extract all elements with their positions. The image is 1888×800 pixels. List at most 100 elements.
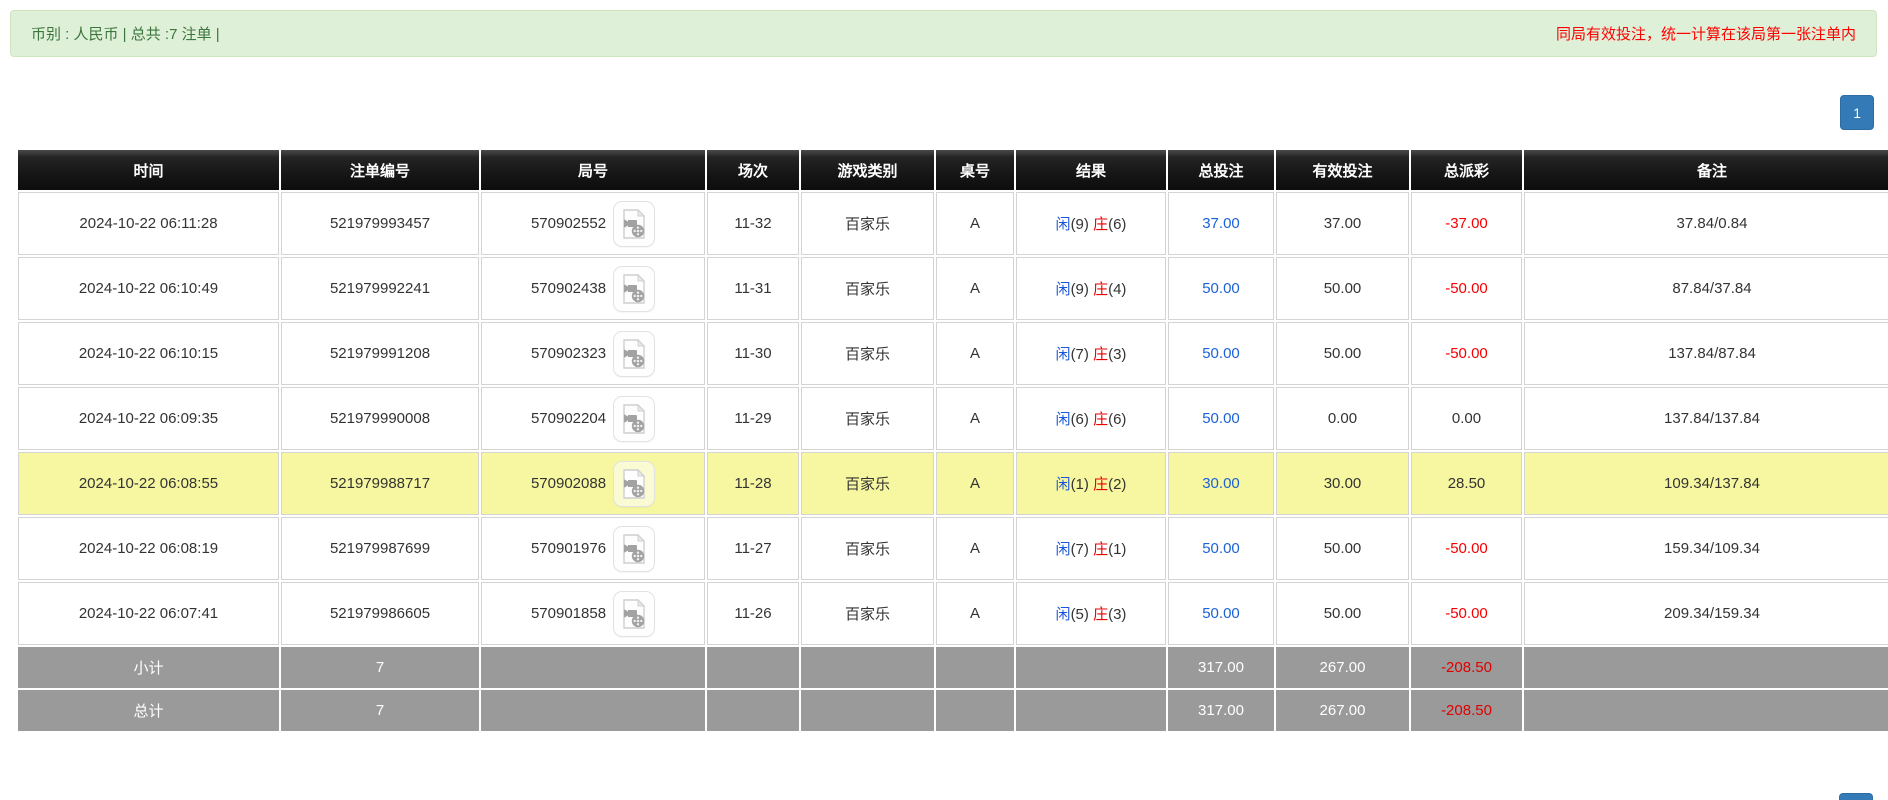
table-row: 2024-10-22 06:08:19 521979987699 5709019… (18, 517, 1888, 580)
round-number: 570902323 (531, 345, 606, 362)
total-row: 总计 7 317.00 267.00 -208.50 (18, 690, 1888, 731)
cell-round: 570902552 (481, 192, 705, 255)
result-player-label: 闲 (1056, 411, 1071, 428)
cell-payout: -50.00 (1411, 582, 1522, 645)
cell-bet-id: 521979990008 (281, 387, 479, 450)
page-1-button-top[interactable]: 1 (1840, 95, 1874, 130)
cell-result: 闲(9) 庄(6) (1016, 192, 1166, 255)
result-player-score: (6) (1071, 411, 1089, 428)
table-row: 2024-10-22 06:07:41 521979986605 5709018… (18, 582, 1888, 645)
subtotal-count: 7 (281, 647, 479, 688)
cell-game-type: 百家乐 (801, 582, 934, 645)
video-record-icon (621, 209, 647, 239)
col-header-total-bet: 总投注 (1168, 150, 1274, 190)
cell-game-type: 百家乐 (801, 322, 934, 385)
result-banker-score: (2) (1108, 476, 1126, 493)
cell-time: 2024-10-22 06:07:41 (18, 582, 279, 645)
cell-game-type: 百家乐 (801, 257, 934, 320)
subtotal-label: 小计 (18, 647, 279, 688)
total-bet-link[interactable]: 30.00 (1202, 475, 1240, 492)
video-replay-button[interactable] (613, 591, 655, 637)
page-1-button-bottom[interactable]: 1 (1839, 793, 1873, 800)
round-number: 570902438 (531, 280, 606, 297)
cell-remark: 137.84/137.84 (1524, 387, 1888, 450)
cell-remark: 159.34/109.34 (1524, 517, 1888, 580)
total-payout: -208.50 (1411, 690, 1522, 731)
cell-time: 2024-10-22 06:08:19 (18, 517, 279, 580)
cell-result: 闲(7) 庄(1) (1016, 517, 1166, 580)
video-record-icon (621, 469, 647, 499)
total-bet-link[interactable]: 50.00 (1202, 605, 1240, 622)
col-header-round: 局号 (481, 150, 705, 190)
cell-round: 570902323 (481, 322, 705, 385)
cell-result: 闲(1) 庄(2) (1016, 452, 1166, 515)
cell-time: 2024-10-22 06:11:28 (18, 192, 279, 255)
cell-total-bet: 30.00 (1168, 452, 1274, 515)
bet-records-table: 时间 注单编号 局号 场次 游戏类别 桌号 结果 总投注 有效投注 总派彩 备注… (16, 148, 1888, 733)
result-player-score: (7) (1071, 541, 1089, 558)
cell-payout: 28.50 (1411, 452, 1522, 515)
cell-table-no: A (936, 387, 1014, 450)
cell-bet-id: 521979987699 (281, 517, 479, 580)
total-bet-link[interactable]: 50.00 (1202, 540, 1240, 557)
cell-total-bet: 50.00 (1168, 257, 1274, 320)
cell-session: 11-30 (707, 322, 799, 385)
cell-game-type: 百家乐 (801, 387, 934, 450)
video-replay-button[interactable] (613, 201, 655, 247)
video-record-icon (621, 599, 647, 629)
result-banker-score: (3) (1108, 346, 1126, 363)
subtotal-valid-bet: 267.00 (1276, 647, 1409, 688)
table-body: 2024-10-22 06:11:28 521979993457 5709025… (18, 192, 1888, 645)
cell-table-no: A (936, 257, 1014, 320)
video-replay-button[interactable] (613, 526, 655, 572)
cell-remark: 37.84/0.84 (1524, 192, 1888, 255)
cell-total-bet: 37.00 (1168, 192, 1274, 255)
cell-round: 570902204 (481, 387, 705, 450)
video-record-icon (621, 404, 647, 434)
col-header-result: 结果 (1016, 150, 1166, 190)
cell-payout: -50.00 (1411, 322, 1522, 385)
col-header-table-no: 桌号 (936, 150, 1014, 190)
result-banker-score: (1) (1108, 541, 1126, 558)
cell-remark: 87.84/37.84 (1524, 257, 1888, 320)
cell-total-bet: 50.00 (1168, 322, 1274, 385)
video-replay-button[interactable] (613, 461, 655, 507)
round-number: 570902552 (531, 215, 606, 232)
cell-bet-id: 521979991208 (281, 322, 479, 385)
video-replay-button[interactable] (613, 396, 655, 442)
round-number: 570901858 (531, 605, 606, 622)
cell-result: 闲(7) 庄(3) (1016, 322, 1166, 385)
video-record-icon (621, 339, 647, 369)
result-player-label: 闲 (1056, 281, 1071, 298)
total-bet-link[interactable]: 50.00 (1202, 410, 1240, 427)
top-pagination: 1 (0, 95, 1874, 130)
cell-remark: 109.34/137.84 (1524, 452, 1888, 515)
table-row: 2024-10-22 06:10:49 521979992241 5709024… (18, 257, 1888, 320)
result-banker-label: 庄 (1093, 216, 1108, 233)
table-row: 2024-10-22 06:08:55 521979988717 5709020… (18, 452, 1888, 515)
result-player-score: (1) (1071, 476, 1089, 493)
cell-table-no: A (936, 582, 1014, 645)
video-record-icon (621, 274, 647, 304)
total-bet-link[interactable]: 37.00 (1202, 215, 1240, 232)
cell-result: 闲(6) 庄(6) (1016, 387, 1166, 450)
round-number: 570902088 (531, 475, 606, 492)
result-player-score: (9) (1071, 281, 1089, 298)
cell-bet-id: 521979988717 (281, 452, 479, 515)
cell-session: 11-29 (707, 387, 799, 450)
col-header-bet-id: 注单编号 (281, 150, 479, 190)
result-player-label: 闲 (1056, 476, 1071, 493)
result-banker-score: (6) (1108, 216, 1126, 233)
total-bet-link[interactable]: 50.00 (1202, 280, 1240, 297)
cell-session: 11-28 (707, 452, 799, 515)
video-replay-button[interactable] (613, 266, 655, 312)
cell-time: 2024-10-22 06:10:49 (18, 257, 279, 320)
cell-game-type: 百家乐 (801, 517, 934, 580)
video-replay-button[interactable] (613, 331, 655, 377)
cell-remark: 137.84/87.84 (1524, 322, 1888, 385)
total-bet-link[interactable]: 50.00 (1202, 345, 1240, 362)
cell-session: 11-26 (707, 582, 799, 645)
result-banker-label: 庄 (1093, 346, 1108, 363)
cell-payout: -37.00 (1411, 192, 1522, 255)
subtotal-total-bet: 317.00 (1168, 647, 1274, 688)
